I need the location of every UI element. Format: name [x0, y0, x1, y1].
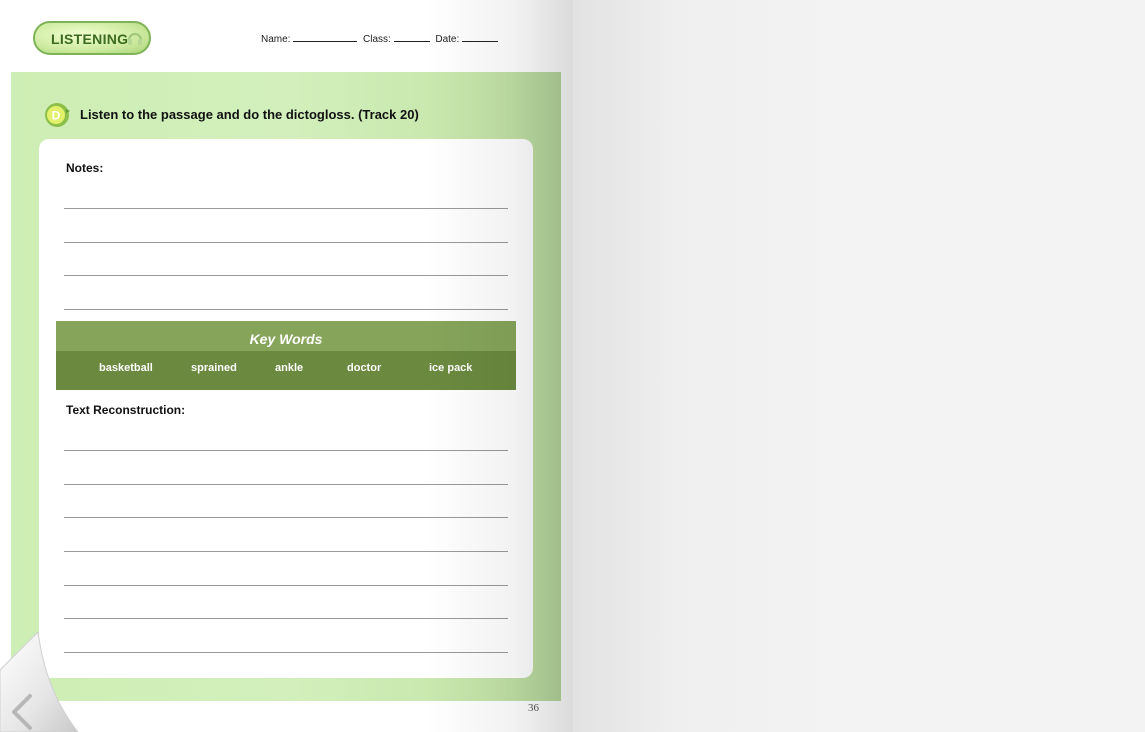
notes-label: Notes:	[66, 161, 104, 175]
key-word-item: ice pack	[429, 362, 473, 374]
page-number: 36	[528, 702, 539, 714]
date-field[interactable]	[462, 32, 499, 42]
listening-badge: LISTENING	[33, 21, 151, 55]
reconstruction-line[interactable]	[64, 450, 508, 451]
key-words-box: Key Words basketball sprained ankle doct…	[56, 321, 516, 390]
letter-circle-icon: D	[45, 103, 70, 127]
key-word-item: ankle	[275, 362, 304, 374]
class-label: Class:	[363, 34, 391, 45]
name-label: Name:	[261, 34, 291, 45]
key-words-title: Key Words	[249, 331, 323, 347]
worksheet-page: LISTENING Name: Class: Date: D Listen to…	[0, 0, 573, 732]
notes-line[interactable]	[64, 275, 508, 276]
student-info-fields: Name: Class: Date:	[261, 32, 501, 45]
reconstruction-line[interactable]	[64, 517, 508, 518]
exercise-letter: D	[52, 109, 61, 123]
headphones-icon	[128, 33, 142, 45]
notes-line[interactable]	[64, 309, 508, 310]
right-blank-page	[573, 0, 1145, 732]
name-field[interactable]	[293, 32, 358, 42]
badge-label: LISTENING	[51, 31, 129, 47]
text-reconstruction-label: Text Reconstruction:	[66, 403, 186, 417]
reconstruction-line[interactable]	[64, 484, 508, 485]
previous-page-arrow-icon[interactable]	[0, 632, 80, 732]
notes-line[interactable]	[64, 242, 508, 243]
reconstruction-line[interactable]	[64, 652, 508, 653]
exercise-instruction: Listen to the passage and do the dictogl…	[80, 107, 419, 122]
key-word-item: doctor	[347, 362, 382, 374]
date-label: Date:	[435, 34, 460, 45]
key-word-item: sprained	[191, 362, 237, 374]
notes-line[interactable]	[64, 208, 508, 209]
reconstruction-line[interactable]	[64, 618, 508, 619]
key-word-item: basketball	[99, 362, 153, 374]
reconstruction-line[interactable]	[64, 551, 508, 552]
class-field[interactable]	[393, 32, 430, 42]
reconstruction-line[interactable]	[64, 585, 508, 586]
